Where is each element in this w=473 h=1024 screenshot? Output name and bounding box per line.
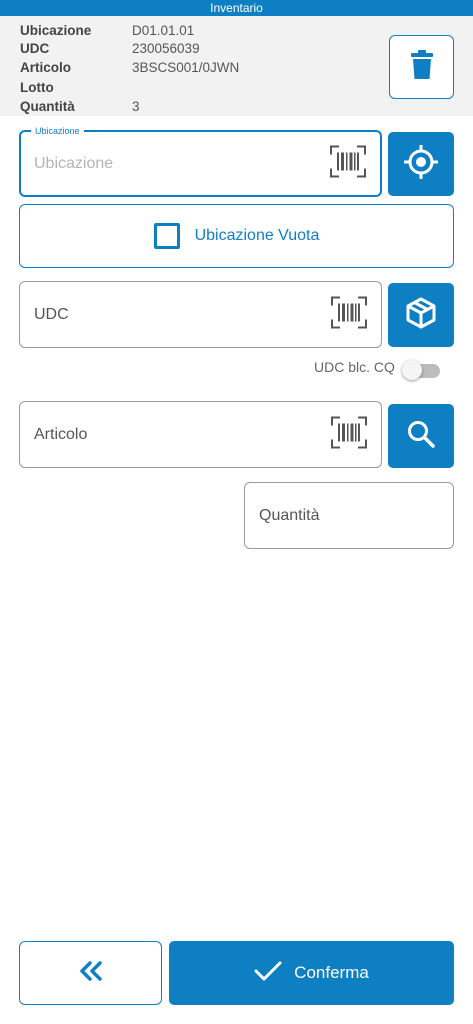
info-key: Quantità bbox=[20, 99, 75, 114]
articolo-placeholder: Articolo bbox=[34, 425, 88, 443]
confirm-button[interactable]: Conferma bbox=[169, 941, 454, 1005]
info-value: 3BSCS001/0JWN bbox=[132, 60, 240, 75]
ubicazione-field[interactable]: Ubicazione Ubicazione bbox=[19, 125, 382, 197]
barcode-scan-icon[interactable] bbox=[331, 296, 367, 333]
search-articolo-button[interactable] bbox=[388, 404, 454, 468]
udc-blc-cq-label: UDC blc. CQ bbox=[314, 359, 395, 375]
ubicazione-vuota-checkbox[interactable] bbox=[153, 223, 180, 249]
ubicazione-vuota-toggle[interactable]: Ubicazione Vuota bbox=[19, 204, 454, 268]
switch-thumb bbox=[402, 360, 422, 380]
search-icon bbox=[406, 419, 436, 454]
double-chevron-left-icon bbox=[79, 960, 103, 986]
udc-blc-cq-switch[interactable] bbox=[402, 360, 440, 380]
articolo-field[interactable]: Articolo bbox=[19, 401, 382, 468]
back-button[interactable] bbox=[19, 941, 162, 1005]
info-value: 230056039 bbox=[132, 41, 200, 56]
info-key: UDC bbox=[20, 41, 50, 56]
ubicazione-placeholder: Ubicazione bbox=[34, 154, 114, 172]
udc-field[interactable]: UDC bbox=[19, 281, 382, 348]
locate-icon bbox=[403, 144, 439, 185]
info-value: D01.01.01 bbox=[132, 23, 195, 38]
udc-box-button[interactable] bbox=[388, 283, 454, 347]
delete-button[interactable] bbox=[389, 35, 454, 99]
locate-button[interactable] bbox=[388, 132, 454, 196]
udc-placeholder: UDC bbox=[34, 305, 69, 323]
quantita-placeholder: Quantità bbox=[259, 506, 320, 524]
quantita-field[interactable]: Quantità bbox=[244, 482, 454, 549]
app-title: Inventario bbox=[0, 0, 473, 16]
info-key: Ubicazione bbox=[20, 23, 92, 38]
check-icon bbox=[254, 960, 294, 987]
barcode-scan-icon[interactable] bbox=[330, 145, 366, 182]
info-key: Lotto bbox=[20, 80, 54, 95]
info-panel: Ubicazione D01.01.01 UDC 230056039 Artic… bbox=[0, 16, 473, 116]
box-icon bbox=[404, 296, 438, 335]
ubicazione-vuota-label: Ubicazione Vuota bbox=[194, 227, 320, 244]
info-value: 3 bbox=[132, 99, 140, 114]
trash-icon bbox=[410, 49, 433, 85]
info-key: Articolo bbox=[20, 60, 72, 75]
confirm-label: Conferma bbox=[294, 963, 369, 982]
barcode-scan-icon[interactable] bbox=[331, 416, 367, 453]
